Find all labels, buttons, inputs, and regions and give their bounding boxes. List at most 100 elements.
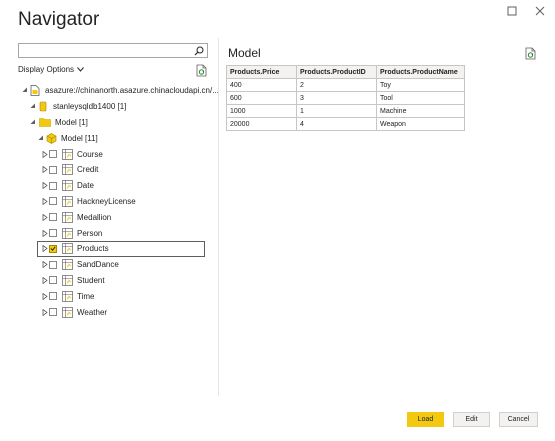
tree-table-label: Course bbox=[77, 149, 103, 159]
table-icon bbox=[61, 259, 73, 271]
window-title: Navigator bbox=[18, 9, 100, 30]
table-checkbox[interactable] bbox=[49, 244, 57, 253]
search-box[interactable] bbox=[18, 43, 208, 61]
minimize-button[interactable] bbox=[505, 4, 519, 18]
tree-node-database[interactable]: stanleysqldb1400 [1] bbox=[28, 99, 126, 113]
collapse-arrow-icon[interactable] bbox=[36, 134, 45, 143]
table-checkbox[interactable] bbox=[49, 260, 57, 269]
table-checkbox[interactable] bbox=[49, 308, 57, 316]
column-header[interactable]: Products.ProductID bbox=[296, 65, 377, 79]
preview-table: Products.Price Products.ProductID Produc… bbox=[226, 65, 465, 131]
folder-icon bbox=[39, 116, 51, 128]
table-icon bbox=[61, 274, 73, 286]
column-header[interactable]: Products.ProductName bbox=[376, 65, 465, 79]
collapse-arrow-icon[interactable] bbox=[28, 102, 37, 111]
tree-table-item[interactable]: Course bbox=[40, 147, 103, 161]
table-cell: Toy bbox=[376, 78, 465, 92]
table-icon bbox=[61, 180, 73, 192]
search-input[interactable] bbox=[19, 48, 189, 61]
table-cell: 1000 bbox=[226, 104, 297, 118]
pane-divider bbox=[218, 38, 219, 396]
table-row: 1000 1 Machine bbox=[226, 104, 465, 118]
table-icon bbox=[61, 211, 73, 223]
tree-table-item[interactable]: Student bbox=[40, 273, 105, 287]
table-row: 20000 4 Weapon bbox=[226, 117, 465, 131]
tree-table-label: Student bbox=[77, 275, 105, 285]
table-cell: 3 bbox=[296, 91, 377, 105]
table-checkbox[interactable] bbox=[49, 229, 57, 237]
tree-table-label: Weather bbox=[77, 307, 108, 317]
table-checkbox[interactable] bbox=[49, 276, 57, 285]
tree-node-server[interactable]: asazure://chinanorth.asazure.chinaclouda… bbox=[20, 83, 219, 97]
table-icon bbox=[61, 306, 73, 318]
tree-table-label: Time bbox=[77, 291, 95, 301]
expand-arrow-icon[interactable] bbox=[40, 213, 49, 222]
search-icon[interactable] bbox=[193, 44, 205, 57]
tree-table-label: SandDance bbox=[77, 260, 119, 270]
window-controls bbox=[505, 4, 547, 18]
table-icon bbox=[61, 243, 73, 255]
table-icon bbox=[61, 195, 73, 207]
tree-label-database: stanleysqldb1400 [1] bbox=[53, 101, 127, 111]
tree-table-item[interactable]: SandDance bbox=[40, 258, 119, 272]
tree-table-label: Medallion bbox=[77, 212, 112, 222]
expand-arrow-icon[interactable] bbox=[40, 150, 49, 159]
server-icon bbox=[29, 84, 41, 96]
expand-arrow-icon[interactable] bbox=[40, 308, 49, 317]
chevron-down-icon bbox=[77, 67, 84, 72]
table-cell: 2 bbox=[296, 78, 377, 92]
table-checkbox[interactable] bbox=[49, 292, 57, 301]
tree-table-label: Date bbox=[77, 181, 94, 191]
collapse-arrow-icon[interactable] bbox=[28, 118, 37, 127]
tree-table-item[interactable]: HackneyLicense bbox=[40, 194, 136, 208]
load-button[interactable]: Load bbox=[407, 412, 444, 427]
tree-node-model-folder[interactable]: Model [1] bbox=[28, 115, 88, 129]
tree-table-item[interactable]: Products bbox=[37, 240, 205, 257]
navigator-left-pane: Display Options asazure://chinanorth.asa… bbox=[0, 38, 219, 398]
expand-arrow-icon[interactable] bbox=[40, 244, 49, 253]
column-header[interactable]: Products.Price bbox=[226, 65, 297, 79]
tree-table-item[interactable]: Time bbox=[40, 289, 94, 303]
collapse-arrow-icon[interactable] bbox=[20, 86, 29, 95]
edit-button[interactable]: Edit bbox=[453, 412, 490, 427]
table-cell: 400 bbox=[226, 78, 297, 92]
table-icon bbox=[61, 148, 73, 160]
cube-icon bbox=[45, 132, 57, 144]
tree-table-item[interactable]: Weather bbox=[40, 305, 107, 319]
table-checkbox[interactable] bbox=[49, 165, 57, 174]
display-options-dropdown[interactable]: Display Options bbox=[18, 65, 84, 74]
tree-table-item[interactable]: Credit bbox=[40, 163, 98, 177]
minimize-icon bbox=[507, 6, 517, 16]
expand-arrow-icon[interactable] bbox=[40, 292, 49, 301]
table-cell: Weapon bbox=[376, 117, 465, 131]
tree-table-label: Products bbox=[77, 244, 109, 254]
table-row: 400 2 Toy bbox=[226, 78, 465, 92]
table-icon bbox=[61, 227, 73, 239]
refresh-icon[interactable] bbox=[196, 64, 208, 77]
expand-arrow-icon[interactable] bbox=[40, 197, 49, 206]
tree-table-item[interactable]: Medallion bbox=[40, 210, 111, 224]
tree-table-label: Person bbox=[77, 228, 103, 238]
table-checkbox[interactable] bbox=[49, 150, 57, 158]
tree-node-model-cube[interactable]: Model [11] bbox=[36, 131, 98, 145]
table-cell: 20000 bbox=[226, 117, 297, 131]
expand-arrow-icon[interactable] bbox=[40, 181, 49, 190]
expand-arrow-icon[interactable] bbox=[40, 229, 49, 238]
table-checkbox[interactable] bbox=[49, 213, 57, 222]
tree-table-item[interactable]: Person bbox=[40, 226, 102, 240]
display-options-label: Display Options bbox=[18, 65, 75, 74]
refresh-icon[interactable] bbox=[525, 47, 537, 60]
table-icon bbox=[61, 164, 73, 176]
table-header-row: Products.Price Products.ProductID Produc… bbox=[226, 65, 465, 79]
close-button[interactable] bbox=[533, 4, 547, 18]
expand-arrow-icon[interactable] bbox=[40, 165, 49, 174]
close-icon bbox=[535, 6, 545, 16]
table-checkbox[interactable] bbox=[49, 181, 57, 190]
expand-arrow-icon[interactable] bbox=[40, 276, 49, 285]
expand-arrow-icon[interactable] bbox=[40, 260, 49, 269]
table-cell: 1 bbox=[296, 104, 377, 118]
cancel-button[interactable]: Cancel bbox=[499, 412, 538, 427]
table-checkbox[interactable] bbox=[49, 197, 57, 206]
tree-label-server: asazure://chinanorth.asazure.chinaclouda… bbox=[45, 85, 219, 95]
tree-table-item[interactable]: Date bbox=[40, 179, 94, 193]
